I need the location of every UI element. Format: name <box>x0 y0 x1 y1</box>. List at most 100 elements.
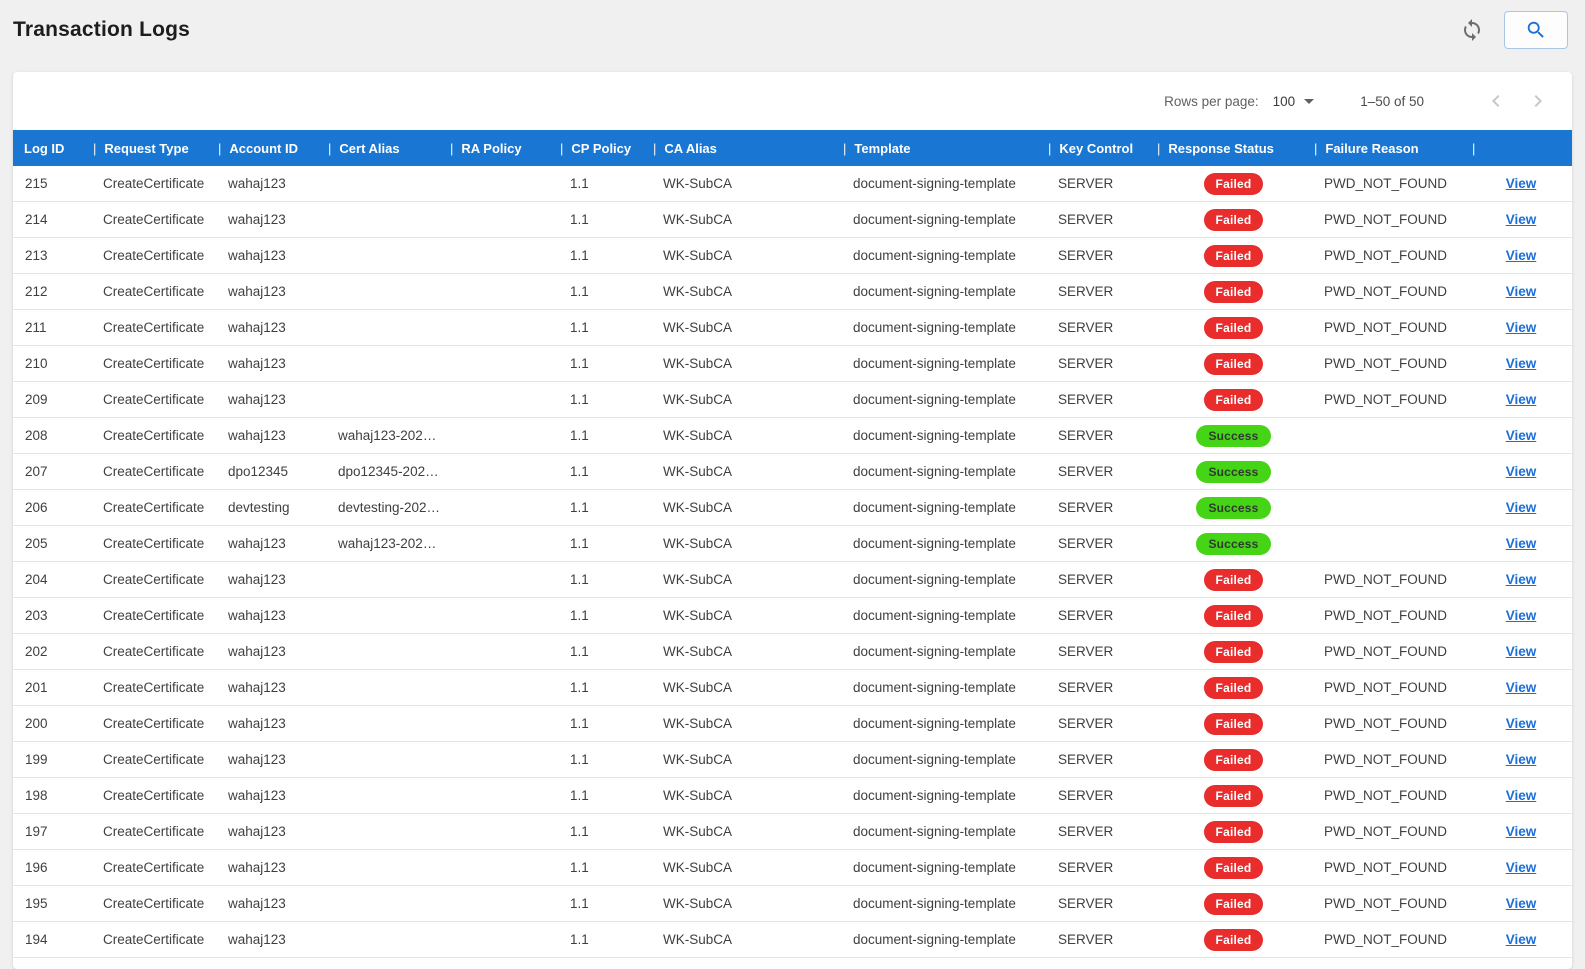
table-cell-cert_alias <box>326 310 448 345</box>
table-row: 205 CreateCertificate wahaj123 wahaj123-202… <box>13 526 1572 562</box>
table-cell-ca_alias: WK-SubCA <box>663 464 733 479</box>
view-link[interactable]: View <box>1506 320 1537 335</box>
table-cell-template: document-signing-template <box>853 536 1016 551</box>
top-bar: Transaction Logs <box>0 0 1585 60</box>
table-cell-template: document-signing-template <box>853 572 1016 587</box>
table-cell-view: View <box>1470 454 1572 489</box>
table-cell-ra_policy <box>448 166 558 201</box>
table-cell-cp_policy: 1.1 <box>570 572 589 587</box>
table-cell-request_type: CreateCertificate <box>103 716 205 731</box>
table-cell-failure_reason: PWD_NOT_FOUND <box>1324 356 1448 371</box>
table-cell-cert_alias <box>326 670 448 705</box>
column-header-cp_policy: | CP Policy <box>558 141 651 156</box>
table-row: 206 CreateCertificate devtesting devtesting… <box>13 490 1572 526</box>
table-cell-view: View <box>1470 598 1572 633</box>
table-cell-template: document-signing-template <box>853 176 1016 191</box>
view-link[interactable]: View <box>1506 212 1537 227</box>
table-cell-cp_policy: 1.1 <box>570 284 589 299</box>
table-row: 196 CreateCertificate wahaj123 1.1 WK-SubCA d… <box>13 850 1572 886</box>
table-cell-response_status: Failed <box>1155 202 1312 237</box>
table-cell-log_id: 204 <box>25 572 48 587</box>
table-cell-template: document-signing-template <box>853 860 1016 875</box>
table-cell-view: View <box>1470 202 1572 237</box>
table-cell-ra_policy <box>448 886 558 921</box>
table-cell-request_type: CreateCertificate <box>103 680 205 695</box>
view-link[interactable]: View <box>1506 536 1537 551</box>
view-link[interactable]: View <box>1506 356 1537 371</box>
view-link[interactable]: View <box>1506 176 1537 191</box>
table-cell-failure_reason: PWD_NOT_FOUND <box>1324 860 1448 875</box>
table-cell-ra_policy <box>448 202 558 237</box>
table-cell-key_control: SERVER <box>1058 932 1114 947</box>
table-cell-account_id: wahaj123 <box>228 248 286 263</box>
table-cell-account_id: wahaj123 <box>228 932 286 947</box>
table-cell-ra_policy <box>448 238 558 273</box>
next-page-button[interactable] <box>1526 89 1550 113</box>
table-cell-view: View <box>1470 922 1572 957</box>
transaction-logs-card: Rows per page: 100 1–50 of 50 Log ID | Req… <box>13 72 1572 969</box>
column-header-label: CA Alias <box>664 140 717 156</box>
view-link[interactable]: View <box>1506 896 1537 911</box>
table-cell-cert_alias <box>326 598 448 633</box>
table-cell-key_control: SERVER <box>1058 752 1114 767</box>
status-badge: Success <box>1196 424 1271 447</box>
view-link[interactable]: View <box>1506 860 1537 875</box>
column-separator: | <box>1157 140 1161 156</box>
table-cell-account_id: wahaj123 <box>228 752 286 767</box>
status-badge: Failed <box>1203 388 1264 411</box>
table-cell-ra_policy <box>448 310 558 345</box>
view-link[interactable]: View <box>1506 608 1537 623</box>
view-link[interactable]: View <box>1506 680 1537 695</box>
view-link[interactable]: View <box>1506 284 1537 299</box>
status-badge: Failed <box>1203 784 1264 807</box>
view-link[interactable]: View <box>1506 464 1537 479</box>
search-button[interactable] <box>1504 11 1568 49</box>
view-link[interactable]: View <box>1506 716 1537 731</box>
table-cell-failure_reason <box>1312 418 1470 453</box>
column-header-response_status: | Response Status <box>1155 141 1312 156</box>
table-cell-account_id: wahaj123 <box>228 824 286 839</box>
table-cell-cp_policy: 1.1 <box>570 860 589 875</box>
table-cell-account_id: wahaj123 <box>228 428 286 443</box>
table-cell-cert_alias <box>326 166 448 201</box>
table-cell-template: document-signing-template <box>853 464 1016 479</box>
refresh-button[interactable] <box>1456 14 1488 46</box>
table-cell-ca_alias: WK-SubCA <box>663 248 733 263</box>
status-badge: Failed <box>1203 640 1264 663</box>
table-cell-failure_reason: PWD_NOT_FOUND <box>1324 392 1448 407</box>
table-cell-key_control: SERVER <box>1058 248 1114 263</box>
view-link[interactable]: View <box>1506 788 1537 803</box>
table-cell-template: document-signing-template <box>853 248 1016 263</box>
view-link[interactable]: View <box>1506 752 1537 767</box>
view-link[interactable]: View <box>1506 500 1537 515</box>
table-row: 215 CreateCertificate wahaj123 1.1 WK-SubCA d… <box>13 166 1572 202</box>
table-cell-ra_policy <box>448 598 558 633</box>
table-cell-cp_policy: 1.1 <box>570 788 589 803</box>
table-cell-cert_alias: wahaj123-202… <box>338 536 437 551</box>
view-link[interactable]: View <box>1506 932 1537 947</box>
table-cell-key_control: SERVER <box>1058 392 1114 407</box>
view-link[interactable]: View <box>1506 248 1537 263</box>
status-badge: Failed <box>1203 568 1264 591</box>
view-link[interactable]: View <box>1506 644 1537 659</box>
table-cell-request_type: CreateCertificate <box>103 284 205 299</box>
prev-page-button[interactable] <box>1484 89 1508 113</box>
view-link[interactable]: View <box>1506 572 1537 587</box>
table-cell-failure_reason: PWD_NOT_FOUND <box>1324 680 1448 695</box>
rows-per-page-select[interactable]: 100 <box>1273 94 1315 109</box>
table-cell-ra_policy <box>448 382 558 417</box>
table-cell-key_control: SERVER <box>1058 500 1114 515</box>
view-link[interactable]: View <box>1506 428 1537 443</box>
table-cell-cp_policy: 1.1 <box>570 644 589 659</box>
view-link[interactable]: View <box>1506 392 1537 407</box>
column-separator: | <box>1048 140 1052 156</box>
table-cell-cp_policy: 1.1 <box>570 248 589 263</box>
table-cell-failure_reason <box>1312 454 1470 489</box>
status-badge: Failed <box>1203 352 1264 375</box>
table-cell-cp_policy: 1.1 <box>570 932 589 947</box>
column-separator: | <box>328 140 332 156</box>
table-cell-failure_reason: PWD_NOT_FOUND <box>1324 932 1448 947</box>
table-cell-ra_policy <box>448 418 558 453</box>
table-cell-template: document-signing-template <box>853 644 1016 659</box>
view-link[interactable]: View <box>1506 824 1537 839</box>
